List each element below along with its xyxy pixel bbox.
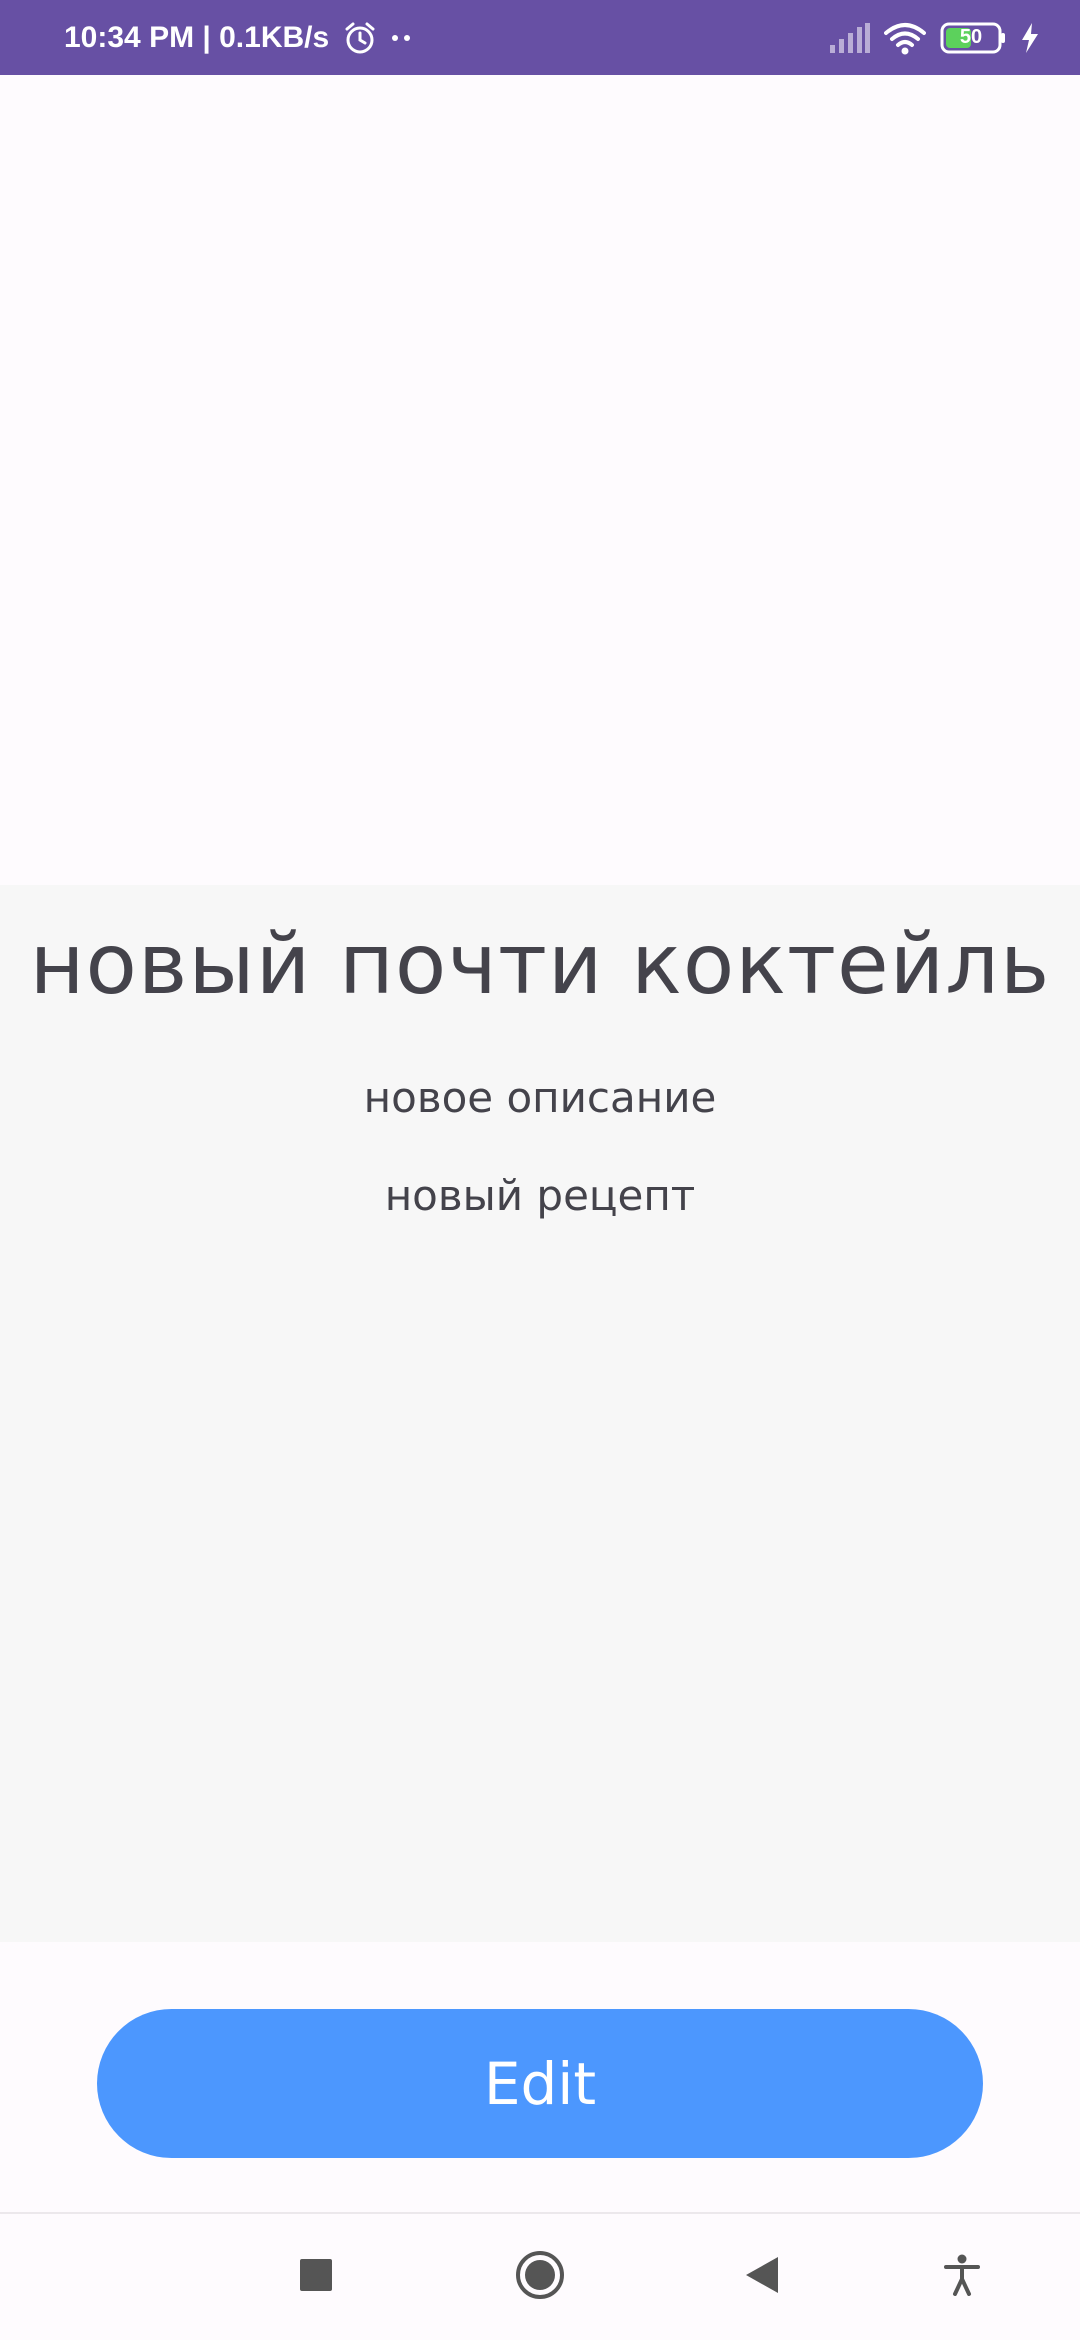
dots-icon	[391, 33, 413, 43]
cocktail-image-area	[0, 75, 1080, 885]
charging-icon	[1020, 22, 1040, 53]
battery-level: 50	[959, 26, 983, 48]
edit-button[interactable]: Edit	[97, 2009, 983, 2158]
recents-icon	[300, 2259, 332, 2295]
accessibility-icon	[944, 2254, 980, 2300]
battery-icon: 50	[940, 22, 1006, 54]
status-time-speed: 10:34 PM | 0.1KB/s	[64, 20, 330, 54]
signal-icon	[830, 22, 870, 53]
status-left: 10:34 PM | 0.1KB/s	[64, 21, 413, 55]
home-button[interactable]	[490, 2214, 590, 2340]
cocktail-details: новый почти коктейль новое описание новы…	[0, 885, 1080, 1942]
status-right: 50	[830, 21, 1040, 55]
accessibility-button[interactable]	[912, 2214, 1012, 2340]
navigation-bar	[0, 2214, 1080, 2340]
cocktail-description: новое описание	[363, 1073, 717, 1122]
recents-button[interactable]	[266, 2214, 366, 2340]
cocktail-recipe: новый рецепт	[384, 1171, 696, 1220]
screen: 10:34 PM | 0.1KB/s 50 новый почти коктей…	[0, 0, 1080, 2340]
alarm-icon	[343, 21, 377, 55]
back-icon	[744, 2255, 780, 2299]
status-bar: 10:34 PM | 0.1KB/s 50	[0, 0, 1080, 75]
back-button[interactable]	[712, 2214, 812, 2340]
cocktail-title: новый почти коктейль	[29, 915, 1051, 1013]
wifi-icon	[884, 21, 926, 55]
home-icon	[515, 2250, 565, 2304]
